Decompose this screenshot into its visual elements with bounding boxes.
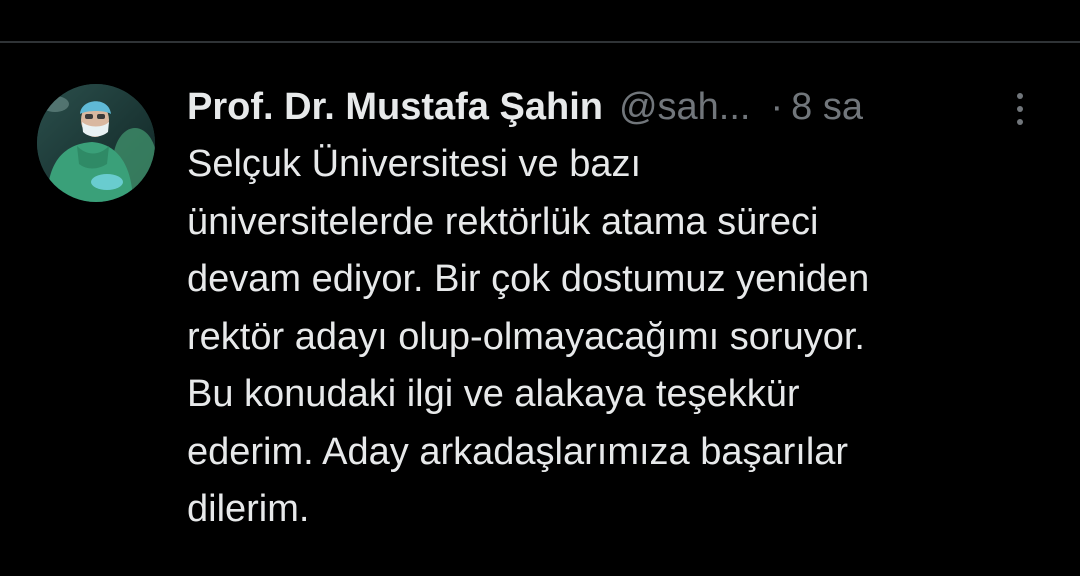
vertical-ellipsis-icon — [1017, 119, 1023, 125]
tweet-header: Prof. Dr. Mustafa Şahin @sah... · 8 sa — [187, 83, 863, 131]
tweet-text-line: dilerim. — [187, 488, 310, 530]
tweet[interactable]: Prof. Dr. Mustafa Şahin @sah... · 8 sa S… — [0, 43, 1080, 576]
tweet-timestamp[interactable]: 8 sa — [791, 86, 863, 129]
tweet-text: Selçuk Üniversitesi ve bazı üniversitele… — [187, 136, 1047, 539]
vertical-ellipsis-icon — [1017, 93, 1023, 99]
author-display-name[interactable]: Prof. Dr. Mustafa Şahin — [187, 86, 603, 129]
tweet-text-line: üniversitelerde rektörlük atama süreci — [187, 200, 819, 243]
author-handle[interactable]: @sah... — [619, 86, 751, 129]
header-separator: · — [770, 85, 784, 128]
vertical-ellipsis-icon — [1017, 106, 1023, 112]
tweet-text-line: Selçuk Üniversitesi ve bazı — [187, 143, 642, 185]
tweet-text-line: rektör adayı olup-olmayacağımı soruyor. — [187, 315, 865, 358]
surgeon-photo-avatar — [37, 84, 155, 202]
tweet-text-line: devam ediyor. Bir çok dostumuz yeniden — [187, 258, 870, 300]
more-options-button[interactable] — [1004, 87, 1036, 131]
avatar[interactable] — [37, 84, 155, 202]
tweet-text-line: Bu konudaki ilgi ve alakaya teşekkür — [187, 373, 800, 415]
tweet-text-line: ederim. Aday arkadaşlarımıza başarılar — [187, 430, 849, 473]
